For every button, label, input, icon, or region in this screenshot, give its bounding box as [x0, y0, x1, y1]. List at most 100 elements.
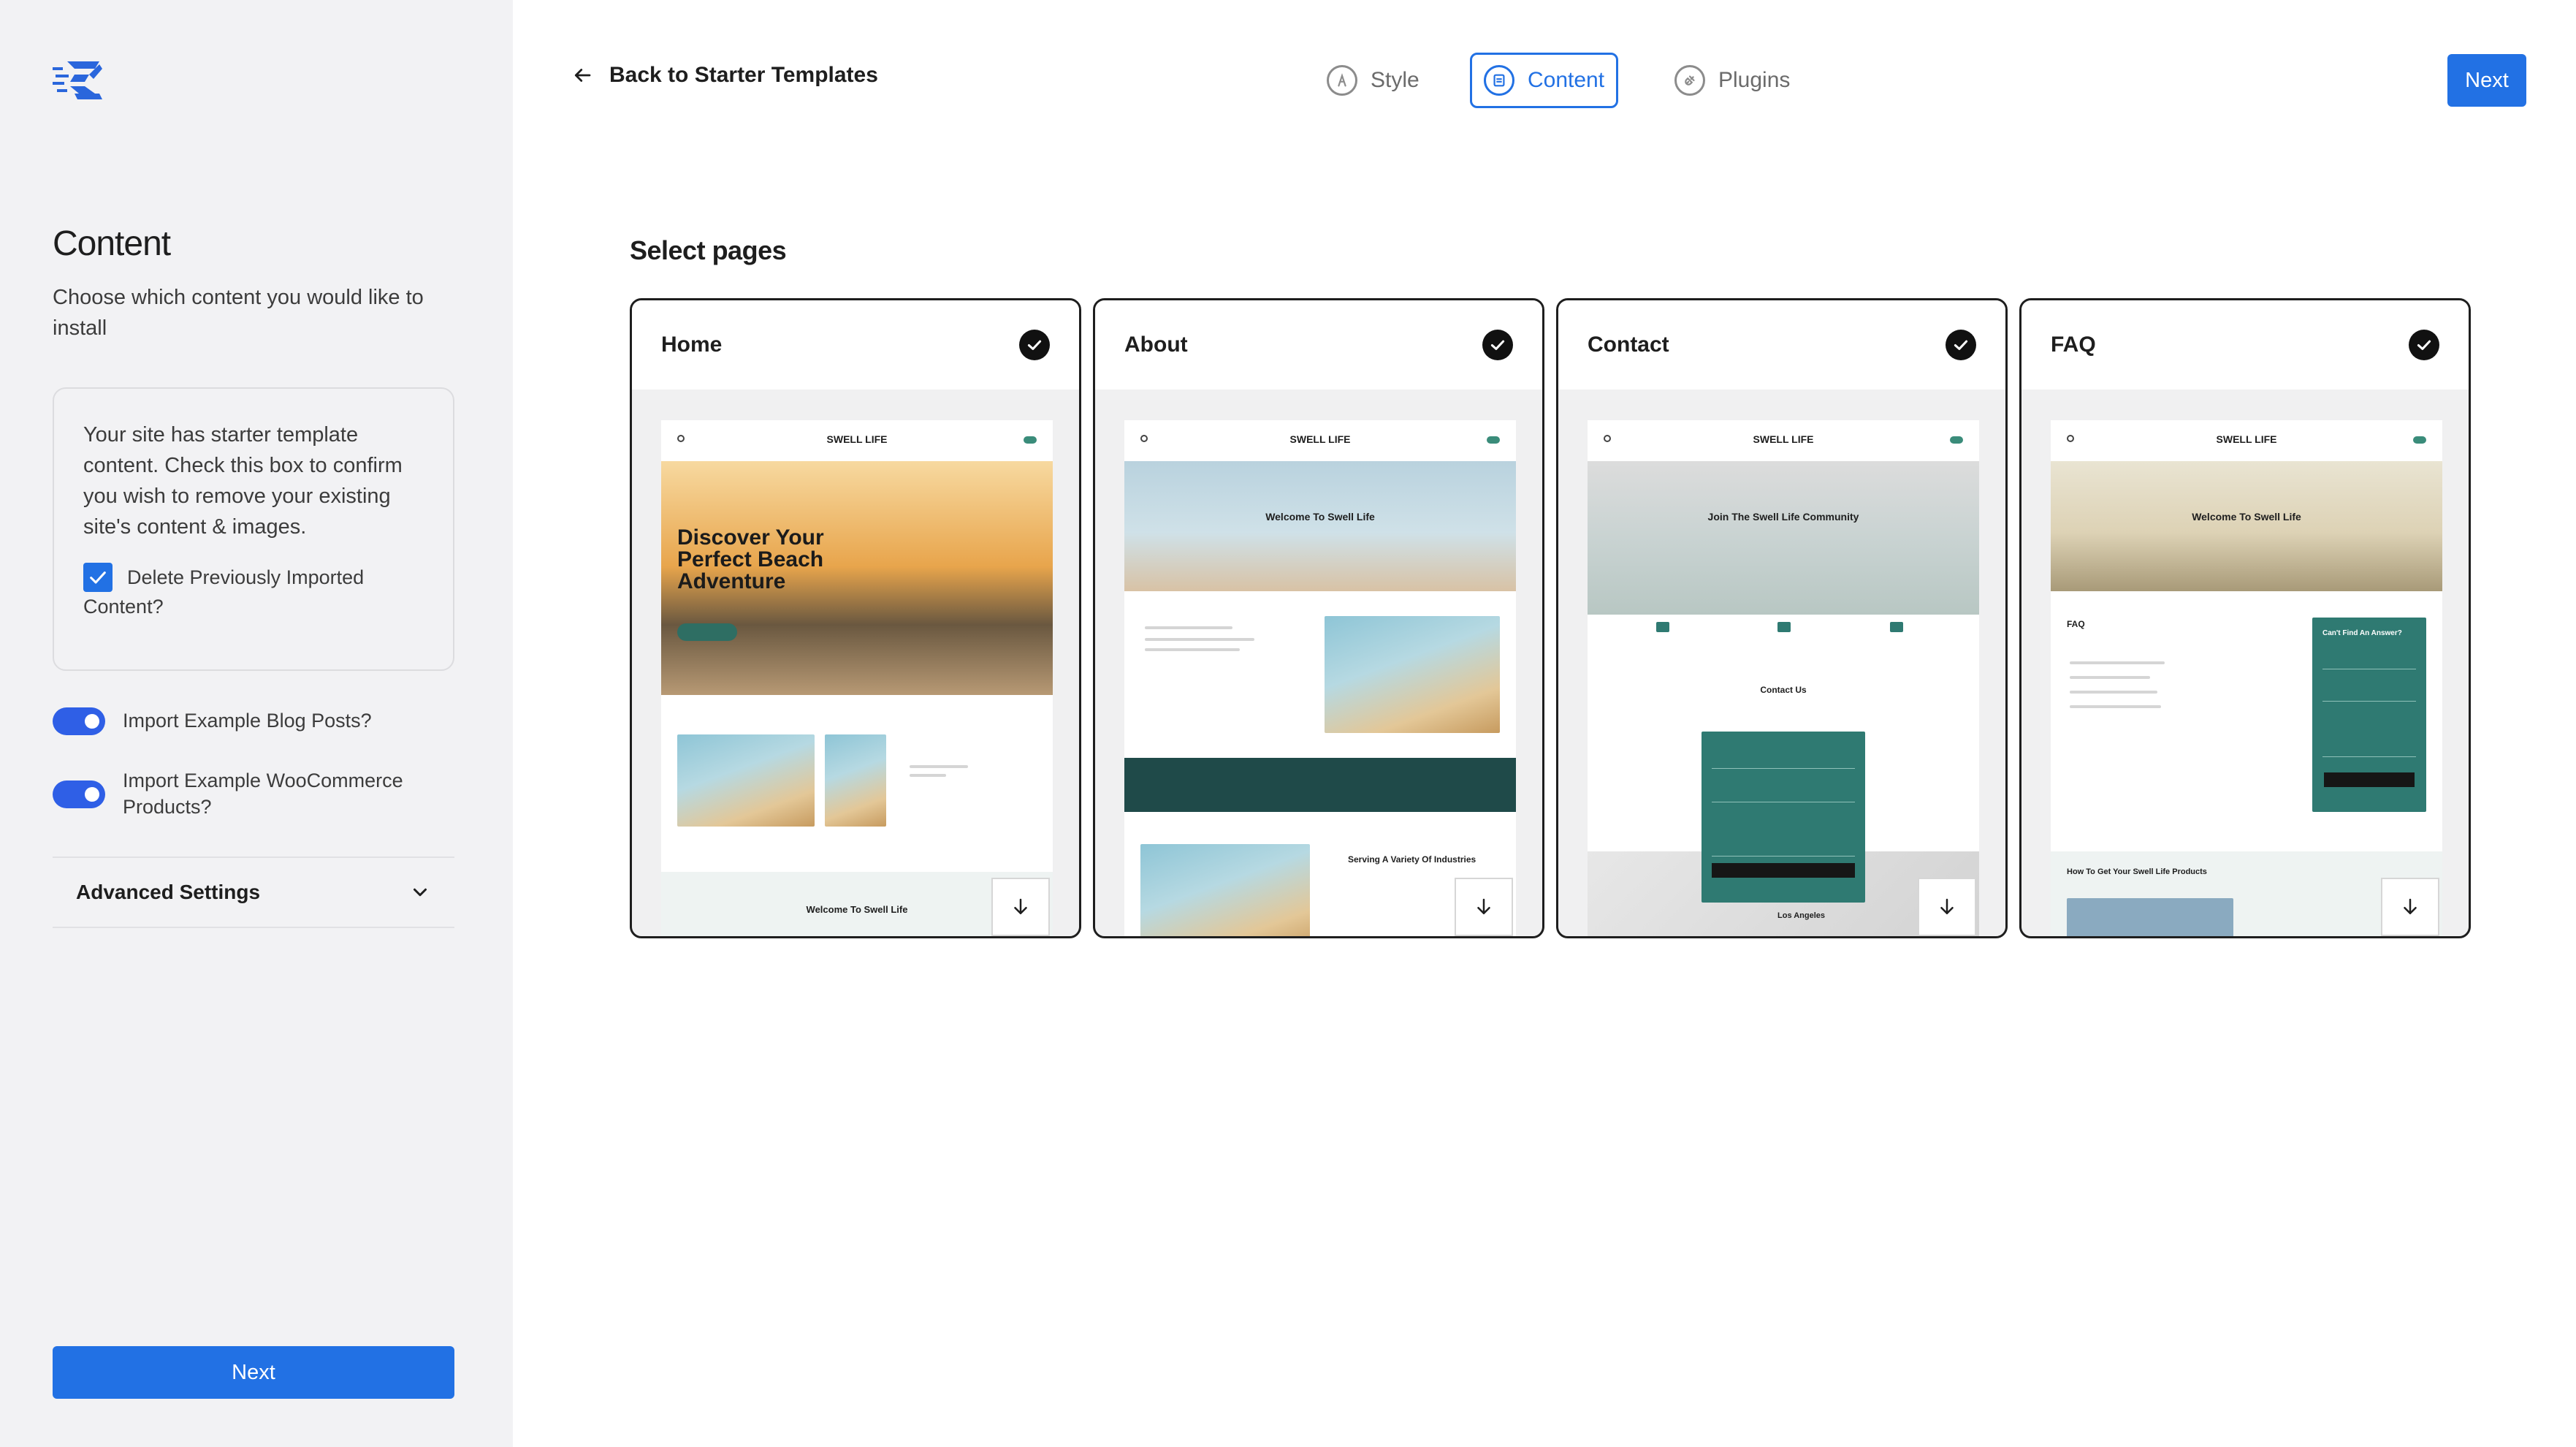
preview-faq-form: Can't Find An Answer?: [2312, 618, 2426, 812]
preview-faq-title: FAQ: [2067, 619, 2085, 629]
preview-text-line: [1145, 626, 1232, 629]
import-woocommerce-toggle-row[interactable]: Import Example WooCommerce Products?: [53, 767, 403, 820]
step-content-label: Content: [1528, 68, 1605, 92]
preview-shop-button: [677, 623, 737, 641]
scroll-preview-button[interactable]: [991, 878, 1050, 936]
delete-content-checkbox-row[interactable]: Delete Previously Imported Content?: [83, 561, 424, 621]
preview-text-line: [2070, 661, 2165, 664]
starter-templates-logo-icon: [53, 61, 102, 99]
preview-hero-title: Welcome To Swell Life: [1265, 511, 1375, 523]
preview-text-line: [2070, 691, 2157, 694]
page-card-about[interactable]: About SWELL LIFE Welcome To Swell Life S…: [1093, 298, 1544, 938]
preview-brand: SWELL LIFE: [2216, 433, 2277, 445]
import-blog-toggle-row[interactable]: Import Example Blog Posts?: [53, 707, 372, 735]
card-title: Contact: [1588, 333, 1669, 357]
preview-hero-title: Welcome To Swell Life: [2192, 511, 2301, 523]
selected-check-icon[interactable]: [1019, 330, 1050, 360]
preview-hero: Join The Swell Life Community: [1588, 461, 1979, 615]
preview-nav: SWELL LIFE: [2051, 420, 2442, 461]
step-style-label: Style: [1371, 68, 1420, 92]
import-blog-toggle[interactable]: [53, 707, 105, 735]
form-field-line: [1712, 768, 1855, 769]
step-style[interactable]: Style: [1315, 53, 1431, 108]
form-field-line: [2322, 701, 2416, 702]
delete-content-label-line2: Content?: [83, 596, 164, 618]
arrow-down-icon: [1014, 898, 1027, 914]
preview-nav: SWELL LIFE: [1588, 420, 1979, 461]
selected-check-icon[interactable]: [1946, 330, 1976, 360]
preview-photo: [2067, 898, 2233, 936]
phone-icon: [1890, 622, 1903, 632]
preview-send-button: [1712, 863, 1855, 878]
preview-photo: [1325, 616, 1500, 733]
card-header: About: [1095, 300, 1542, 390]
preview-section-title: Serving A Variety Of Industries: [1348, 854, 1476, 865]
arrow-down-icon: [2404, 898, 2417, 914]
step-plugins[interactable]: Plugins: [1663, 53, 1802, 108]
preview-hero: Welcome To Swell Life: [2051, 461, 2442, 591]
style-icon: [1327, 65, 1357, 96]
preview-hero-title: Join The Swell Life Community: [1707, 511, 1859, 523]
preview-contact-form: [1702, 732, 1865, 903]
preview-photo: [677, 734, 815, 827]
replace-content-notice: Your site has starter template content. …: [53, 387, 454, 671]
onboarding-page: Content Choose which content you would l…: [0, 0, 2576, 1447]
back-to-templates-link[interactable]: Back to Starter Templates: [571, 63, 878, 88]
preview-photo: [1140, 844, 1310, 936]
preview-send-button: [2324, 772, 2415, 787]
page-card-contact[interactable]: Contact SWELL LIFE Join The Swell Life C…: [1556, 298, 2008, 938]
scroll-preview-button[interactable]: [1918, 878, 1976, 936]
preview-text-line: [2070, 676, 2150, 679]
cart-icon: [1024, 436, 1037, 444]
checkmark-icon: [90, 571, 106, 584]
advanced-settings-label: Advanced Settings: [76, 881, 261, 903]
selected-check-icon[interactable]: [1482, 330, 1513, 360]
cart-icon: [1487, 436, 1500, 444]
email-icon: [1656, 622, 1669, 632]
search-icon: [1604, 435, 1611, 442]
selected-check-icon[interactable]: [2409, 330, 2439, 360]
scroll-preview-button[interactable]: [2381, 878, 2439, 936]
card-header: Home: [632, 300, 1079, 390]
preview-text-line: [910, 765, 968, 768]
scroll-preview-button[interactable]: [1455, 878, 1513, 936]
card-title: Home: [661, 333, 723, 357]
page-preview: SWELL LIFE Welcome To Swell Life FAQ Can…: [2051, 420, 2442, 936]
import-woocommerce-label-line2: Products?: [123, 796, 212, 818]
delete-content-checkbox[interactable]: [83, 563, 113, 592]
preview-hero: Welcome To Swell Life: [1124, 461, 1516, 591]
card-header: FAQ: [2021, 300, 2469, 390]
sidebar-description: Choose which content you would like to i…: [53, 286, 424, 340]
step-content[interactable]: Content: [1470, 53, 1619, 108]
preview-brand: SWELL LIFE: [826, 433, 888, 445]
card-title: FAQ: [2051, 333, 2096, 357]
preview-section-title: How To Get Your Swell Life Products: [2067, 867, 2207, 876]
arrow-down-icon: [1940, 898, 1954, 914]
sidebar-title: Content: [53, 224, 171, 263]
sidebar-next-button[interactable]: Next: [53, 1346, 454, 1399]
back-label: Back to Starter Templates: [609, 63, 878, 87]
preview-text-line: [910, 774, 946, 777]
sidebar: Content Choose which content you would l…: [0, 0, 513, 1447]
preview-text-line: [2070, 705, 2161, 708]
preview-map-label: Los Angeles: [1777, 911, 1825, 920]
search-icon: [677, 435, 685, 442]
advanced-settings-toggle[interactable]: Advanced Settings: [53, 857, 454, 928]
import-woocommerce-toggle[interactable]: [53, 781, 105, 808]
plugins-icon: [1674, 65, 1705, 96]
preview-hero: Discover Your Perfect Beach Adventure: [661, 461, 1053, 695]
form-field-line: [2322, 756, 2416, 757]
import-blog-label: Import Example Blog Posts?: [123, 710, 372, 732]
preview-nav: SWELL LIFE: [1124, 420, 1516, 461]
page-card-home[interactable]: Home SWELL LIFE Discover Your Perfect Be…: [630, 298, 1081, 938]
page-card-faq[interactable]: FAQ SWELL LIFE Welcome To Swell Life FAQ…: [2019, 298, 2471, 938]
preview-text-line: [1145, 648, 1240, 651]
cart-icon: [2413, 436, 2426, 444]
search-icon: [1140, 435, 1148, 442]
header-next-button[interactable]: Next: [2447, 54, 2526, 107]
page-preview: SWELL LIFE Welcome To Swell Life Serving…: [1124, 420, 1516, 936]
import-woocommerce-label: Import Example WooCommerce Products?: [123, 767, 403, 820]
preview-stats-bar: [1124, 758, 1516, 812]
location-icon: [1777, 622, 1791, 632]
preview-headline: Discover Your Perfect Beach Adventure: [677, 525, 824, 593]
